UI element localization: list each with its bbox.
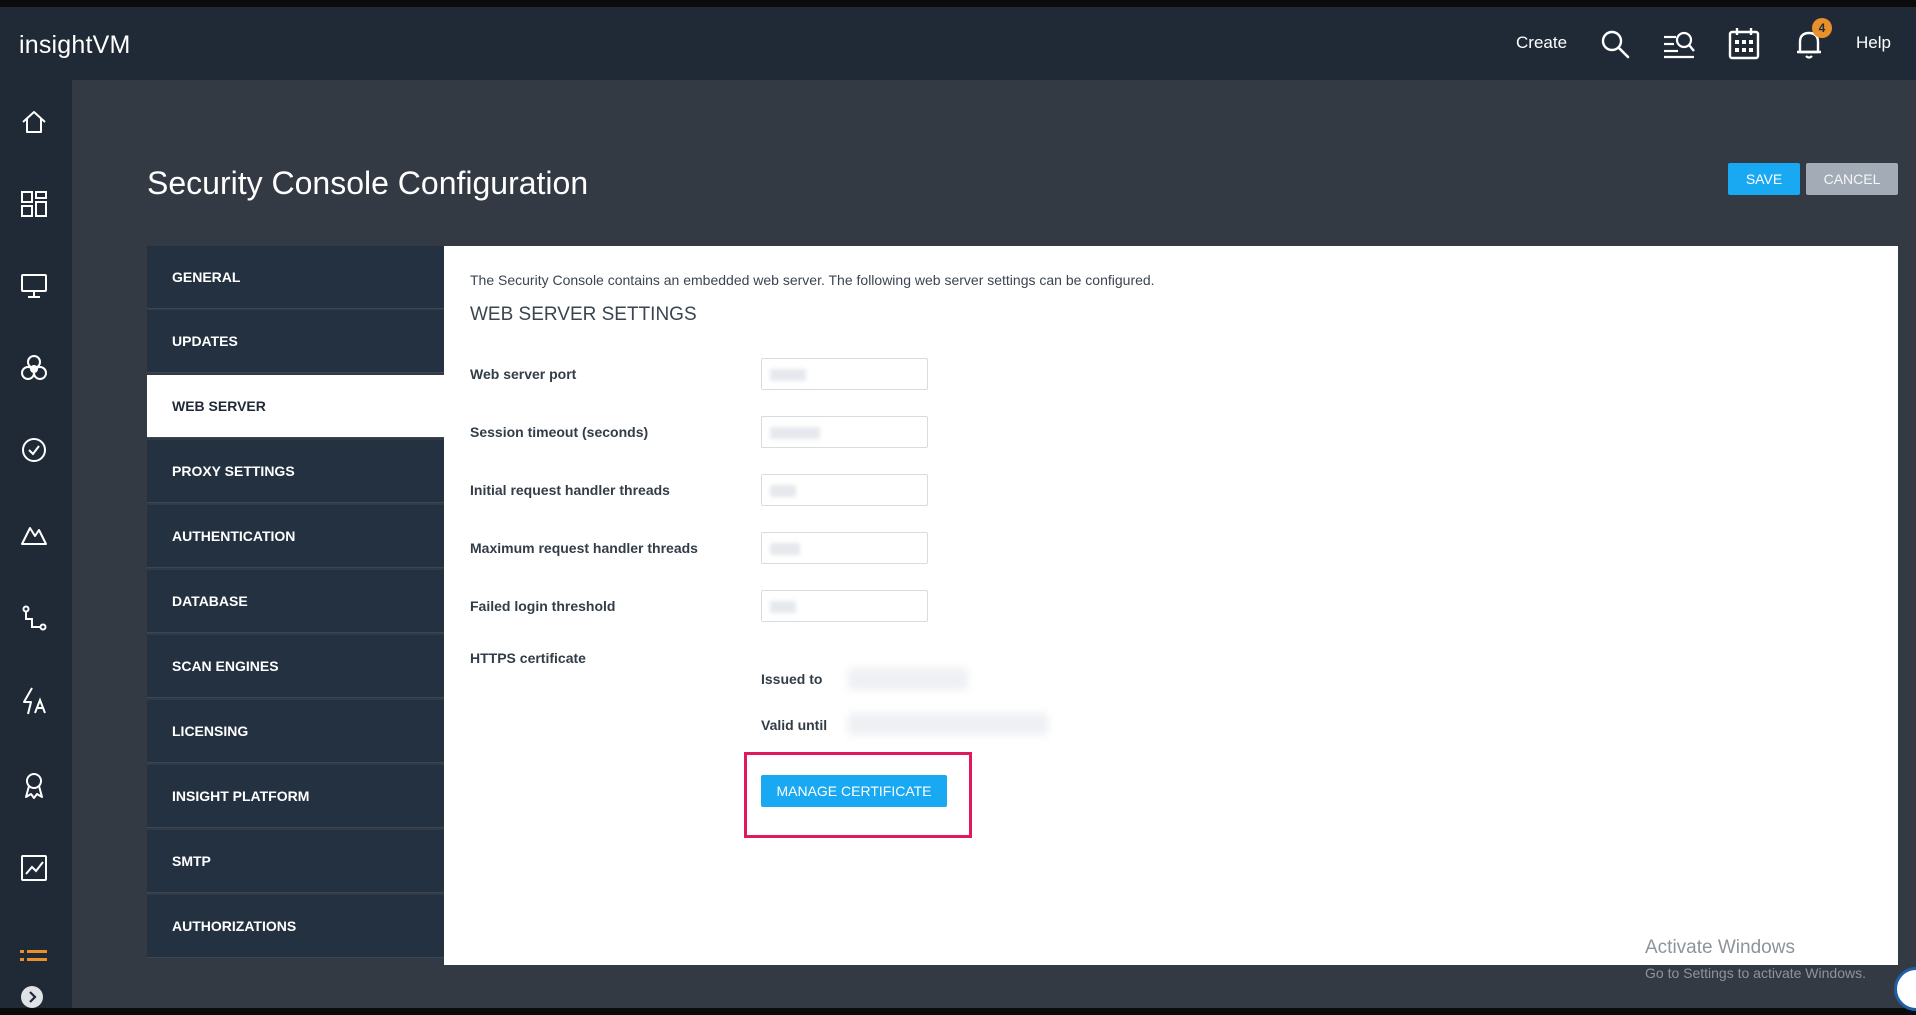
home-icon[interactable] — [18, 106, 50, 138]
redacted-value — [770, 427, 820, 439]
trends-chart-icon[interactable] — [18, 852, 50, 884]
web-server-port-label: Web server port — [470, 366, 577, 382]
remediation-path-icon[interactable] — [18, 602, 50, 634]
initial-threads-input[interactable] — [761, 474, 928, 506]
automation-icon[interactable] — [18, 685, 50, 717]
assistant-bubble-icon[interactable] — [1894, 967, 1916, 1011]
manage-certificate-button[interactable]: MANAGE CERTIFICATE — [761, 775, 947, 807]
settings-menu-item-database[interactable]: DATABASE — [147, 570, 444, 633]
administration-list-icon[interactable] — [18, 942, 50, 974]
cancel-button[interactable]: CANCEL — [1806, 163, 1898, 195]
redacted-value — [770, 485, 796, 497]
maximum-threads-input[interactable] — [761, 532, 928, 564]
web-server-settings-heading: WEB SERVER SETTINGS — [470, 304, 697, 325]
page-title: Security Console Configuration — [147, 165, 589, 201]
web-server-panel: The Security Console contains an embedde… — [444, 246, 1898, 965]
logo-text-bold: VM — [92, 31, 131, 59]
watermark-line1: Activate Windows — [1645, 937, 1795, 958]
session-timeout-label: Session timeout (seconds) — [470, 424, 649, 440]
expand-nav-chevron-icon[interactable] — [20, 985, 44, 1009]
help-link[interactable]: Help — [1856, 33, 1891, 53]
panel-intro-text: The Security Console contains an embedde… — [470, 272, 1155, 288]
award-ribbon-icon[interactable] — [18, 769, 50, 801]
initial-threads-label: Initial request handler threads — [470, 482, 670, 498]
failed-login-threshold-label: Failed login threshold — [470, 598, 616, 614]
redacted-value — [770, 543, 800, 555]
web-server-port-input[interactable] — [761, 358, 928, 390]
dashboard-icon[interactable] — [18, 188, 50, 220]
settings-menu-item-scan-engines[interactable]: SCAN ENGINES — [147, 635, 444, 698]
settings-menu-item-licensing[interactable]: LICENSING — [147, 700, 444, 763]
assets-monitor-icon[interactable] — [18, 270, 50, 302]
redacted-value — [770, 369, 806, 381]
issued-to-value — [848, 668, 968, 690]
vulnerabilities-biohazard-icon[interactable] — [18, 353, 50, 385]
logo-text-light: insight — [19, 31, 93, 59]
settings-menu-item-proxy-settings[interactable]: PROXY SETTINGS — [147, 440, 444, 503]
session-timeout-input[interactable] — [761, 416, 928, 448]
settings-menu: GENERAL UPDATES WEB SERVER PROXY SETTING… — [147, 246, 444, 965]
https-certificate-label: HTTPS certificate — [470, 650, 586, 666]
notification-badge: 4 — [1812, 18, 1832, 38]
save-button[interactable]: SAVE — [1728, 163, 1800, 195]
top-bar: insightVM Create 4 Help — [0, 7, 1916, 80]
app-logo[interactable]: insightVM — [19, 31, 131, 60]
redacted-value — [770, 601, 796, 613]
failed-login-threshold-input[interactable] — [761, 590, 928, 622]
settings-menu-item-authorizations[interactable]: AUTHORIZATIONS — [147, 895, 444, 958]
maximum-threads-label: Maximum request handler threads — [470, 540, 698, 556]
settings-menu-item-authentication[interactable]: AUTHENTICATION — [147, 505, 444, 568]
create-button[interactable]: Create — [1516, 33, 1567, 53]
settings-menu-item-insight-platform[interactable]: INSIGHT PLATFORM — [147, 765, 444, 828]
valid-until-label: Valid until — [761, 717, 828, 733]
settings-menu-item-web-server[interactable]: WEB SERVER — [147, 375, 444, 438]
policies-check-icon[interactable] — [18, 434, 50, 466]
calendar-icon[interactable] — [1727, 27, 1761, 61]
settings-menu-item-general[interactable]: GENERAL — [147, 246, 444, 309]
issued-to-label: Issued to — [761, 671, 823, 687]
activate-windows-watermark: Activate Windows Go to Settings to activ… — [1645, 937, 1866, 981]
app-window: insightVM Create 4 Help Security Console… — [0, 7, 1916, 1011]
valid-until-value — [848, 713, 1048, 735]
query-builder-icon[interactable] — [1662, 27, 1696, 61]
watermark-line2: Go to Settings to activate Windows. — [1645, 965, 1866, 981]
reports-mountain-icon[interactable] — [18, 518, 50, 550]
search-icon[interactable] — [1598, 27, 1632, 61]
settings-menu-item-smtp[interactable]: SMTP — [147, 830, 444, 893]
settings-menu-item-updates[interactable]: UPDATES — [147, 310, 444, 373]
left-nav-rail — [0, 80, 72, 1008]
